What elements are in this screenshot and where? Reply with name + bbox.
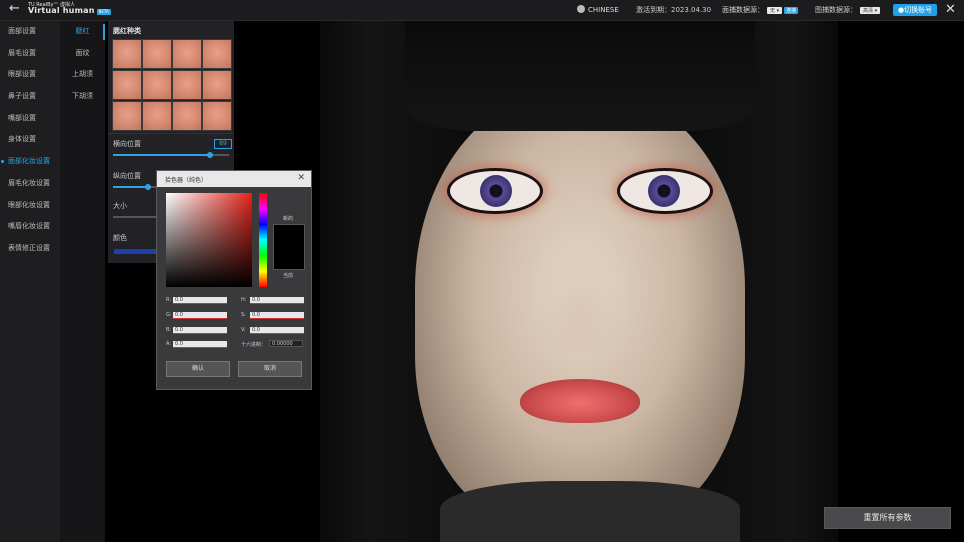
image-source-value: 高清 xyxy=(863,8,874,14)
globe-icon xyxy=(577,5,585,13)
settings-sidebar: 面部设置 眉毛设置 眼部设置 鼻子设置 嘴部设置 身体设置 面部化妆设置 眉毛化… xyxy=(0,21,60,542)
blush-swatch[interactable] xyxy=(112,39,142,69)
blush-swatch[interactable] xyxy=(172,101,202,131)
subnav-mustache[interactable]: 上胡须 xyxy=(60,64,105,86)
saturation-value-field[interactable] xyxy=(166,193,252,287)
avatar-eye-left xyxy=(450,171,540,211)
b-label: B: xyxy=(166,327,172,333)
size-label: 大小 xyxy=(113,202,127,210)
s-label: S: xyxy=(241,312,246,318)
beta-badge: BETA xyxy=(96,9,111,15)
horizontal-position-value[interactable]: 89 xyxy=(214,139,232,149)
subnav-blush[interactable]: 腮红 xyxy=(60,21,105,43)
image-source: 图捕数据源： 高清 ▾ xyxy=(815,5,881,15)
blush-swatch[interactable] xyxy=(142,70,172,100)
blush-swatch[interactable] xyxy=(112,101,142,131)
subnav-beard[interactable]: 下胡须 xyxy=(60,86,105,108)
s-field[interactable]: 0.0 xyxy=(250,312,304,319)
capture-source-value: 无 xyxy=(770,8,776,14)
capture-source-select[interactable]: 无 ▾ xyxy=(767,7,783,14)
sidebar-item-lip-makeup[interactable]: 嘴唇化妆设置 xyxy=(0,216,60,238)
avatar-eye-right xyxy=(620,171,710,211)
blush-swatch[interactable] xyxy=(202,101,232,131)
capture-connect-badge[interactable]: 连接 xyxy=(784,7,799,14)
blush-color-swatch[interactable] xyxy=(114,249,158,254)
h-label: H: xyxy=(241,297,247,303)
color-preview xyxy=(273,224,305,270)
blush-swatch[interactable] xyxy=(172,39,202,69)
hair-bangs xyxy=(405,21,755,131)
sidebar-item-eyes[interactable]: 眼部设置 xyxy=(0,64,60,86)
switch-account-button[interactable]: ●切换账号 xyxy=(893,4,938,16)
r-field[interactable]: 0.0 xyxy=(173,297,227,304)
horizontal-position-label: 横向位置 xyxy=(113,140,141,148)
sidebar-item-eyebrow[interactable]: 眉毛设置 xyxy=(0,43,60,65)
sidebar-item-eyebrow-makeup[interactable]: 眉毛化妆设置 xyxy=(0,173,60,195)
avatar-nose xyxy=(535,221,625,351)
switch-account-label: 切换账号 xyxy=(904,6,933,14)
avatar-viewport[interactable] xyxy=(320,21,838,542)
avatar-collar xyxy=(440,481,740,542)
current-color-label: 当前 xyxy=(283,273,294,279)
hue-slider[interactable] xyxy=(259,193,267,287)
close-icon[interactable]: ✕ xyxy=(945,2,956,17)
logo-title: Virtual human xyxy=(28,6,95,15)
blush-swatch[interactable] xyxy=(112,70,142,100)
sidebar-item-body[interactable]: 身体设置 xyxy=(0,129,60,151)
sidebar-item-face[interactable]: 面部设置 xyxy=(0,21,60,43)
v-field[interactable]: 0.0 xyxy=(250,327,304,334)
new-color-label: 新的 xyxy=(283,216,294,222)
color-picker-title: 拾色器（纯色） xyxy=(165,177,208,184)
app-logo: TU RealBy™ 虚拟人 Virtual human BETA xyxy=(28,2,111,15)
hex-field[interactable]: 0.00000 xyxy=(269,340,303,347)
blush-swatch[interactable] xyxy=(142,39,172,69)
blush-swatch[interactable] xyxy=(202,39,232,69)
top-bar: ← TU RealBy™ 虚拟人 Virtual human BETA CHINE… xyxy=(0,0,964,21)
blush-swatch[interactable] xyxy=(172,70,202,100)
a-label: A: xyxy=(166,341,172,347)
vertical-position-label: 纵向位置 xyxy=(113,172,141,180)
sidebar-item-eye-makeup[interactable]: 眼部化妆设置 xyxy=(0,195,60,217)
blush-swatch-grid xyxy=(112,39,232,131)
language-label: CHINESE xyxy=(588,6,619,14)
r-label: R: xyxy=(166,297,172,303)
slider-handle[interactable] xyxy=(207,152,213,158)
back-arrow-icon[interactable]: ← xyxy=(9,2,23,16)
subnav-face-lines[interactable]: 面纹 xyxy=(60,43,105,65)
sidebar-item-mouth[interactable]: 嘴部设置 xyxy=(0,108,60,130)
image-source-select[interactable]: 高清 ▾ xyxy=(860,7,881,14)
sidebar-item-expression[interactable]: 表情修正设置 xyxy=(0,238,60,260)
color-picker-dialog: 拾色器（纯色） ✕ 新的 当前 R: 0.0 G: 0.0 B: 0.0 A: … xyxy=(156,170,312,390)
divider xyxy=(108,133,234,134)
capture-source-label: 面捕数据源： xyxy=(722,6,764,14)
cancel-button[interactable]: 取消 xyxy=(238,361,302,377)
makeup-subnav: 腮红 面纹 上胡须 下胡须 xyxy=(60,21,105,542)
expiry-text: 激活到期：2023.04.30 xyxy=(636,6,712,14)
b-field[interactable]: 0.0 xyxy=(173,327,227,334)
hex-label: 十六进制： xyxy=(241,342,267,348)
capture-source: 面捕数据源：无 ▾ 连接 xyxy=(722,5,799,15)
color-label: 颜色 xyxy=(113,234,127,242)
a-field[interactable]: 0.0 xyxy=(173,341,227,348)
horizontal-position-slider[interactable] xyxy=(113,152,229,158)
avatar-lips xyxy=(520,379,640,423)
blush-type-title: 腮红种类 xyxy=(113,27,141,35)
confirm-button[interactable]: 确认 xyxy=(166,361,230,377)
g-label: G: xyxy=(166,312,172,318)
slider-handle[interactable] xyxy=(145,184,151,190)
reset-all-button[interactable]: 重置所有参数 xyxy=(824,507,951,529)
sidebar-item-face-makeup[interactable]: 面部化妆设置 xyxy=(0,151,60,173)
blush-swatch[interactable] xyxy=(142,101,172,131)
g-field[interactable]: 0.0 xyxy=(173,312,227,319)
sidebar-item-nose[interactable]: 鼻子设置 xyxy=(0,86,60,108)
image-source-label: 图捕数据源： xyxy=(815,6,857,14)
color-picker-header: 拾色器（纯色） ✕ xyxy=(157,171,311,187)
h-field[interactable]: 0.0 xyxy=(250,297,304,304)
language-selector[interactable]: CHINESE xyxy=(577,5,619,14)
blush-swatch[interactable] xyxy=(202,70,232,100)
v-label: V: xyxy=(241,327,246,333)
close-icon[interactable]: ✕ xyxy=(297,173,305,183)
